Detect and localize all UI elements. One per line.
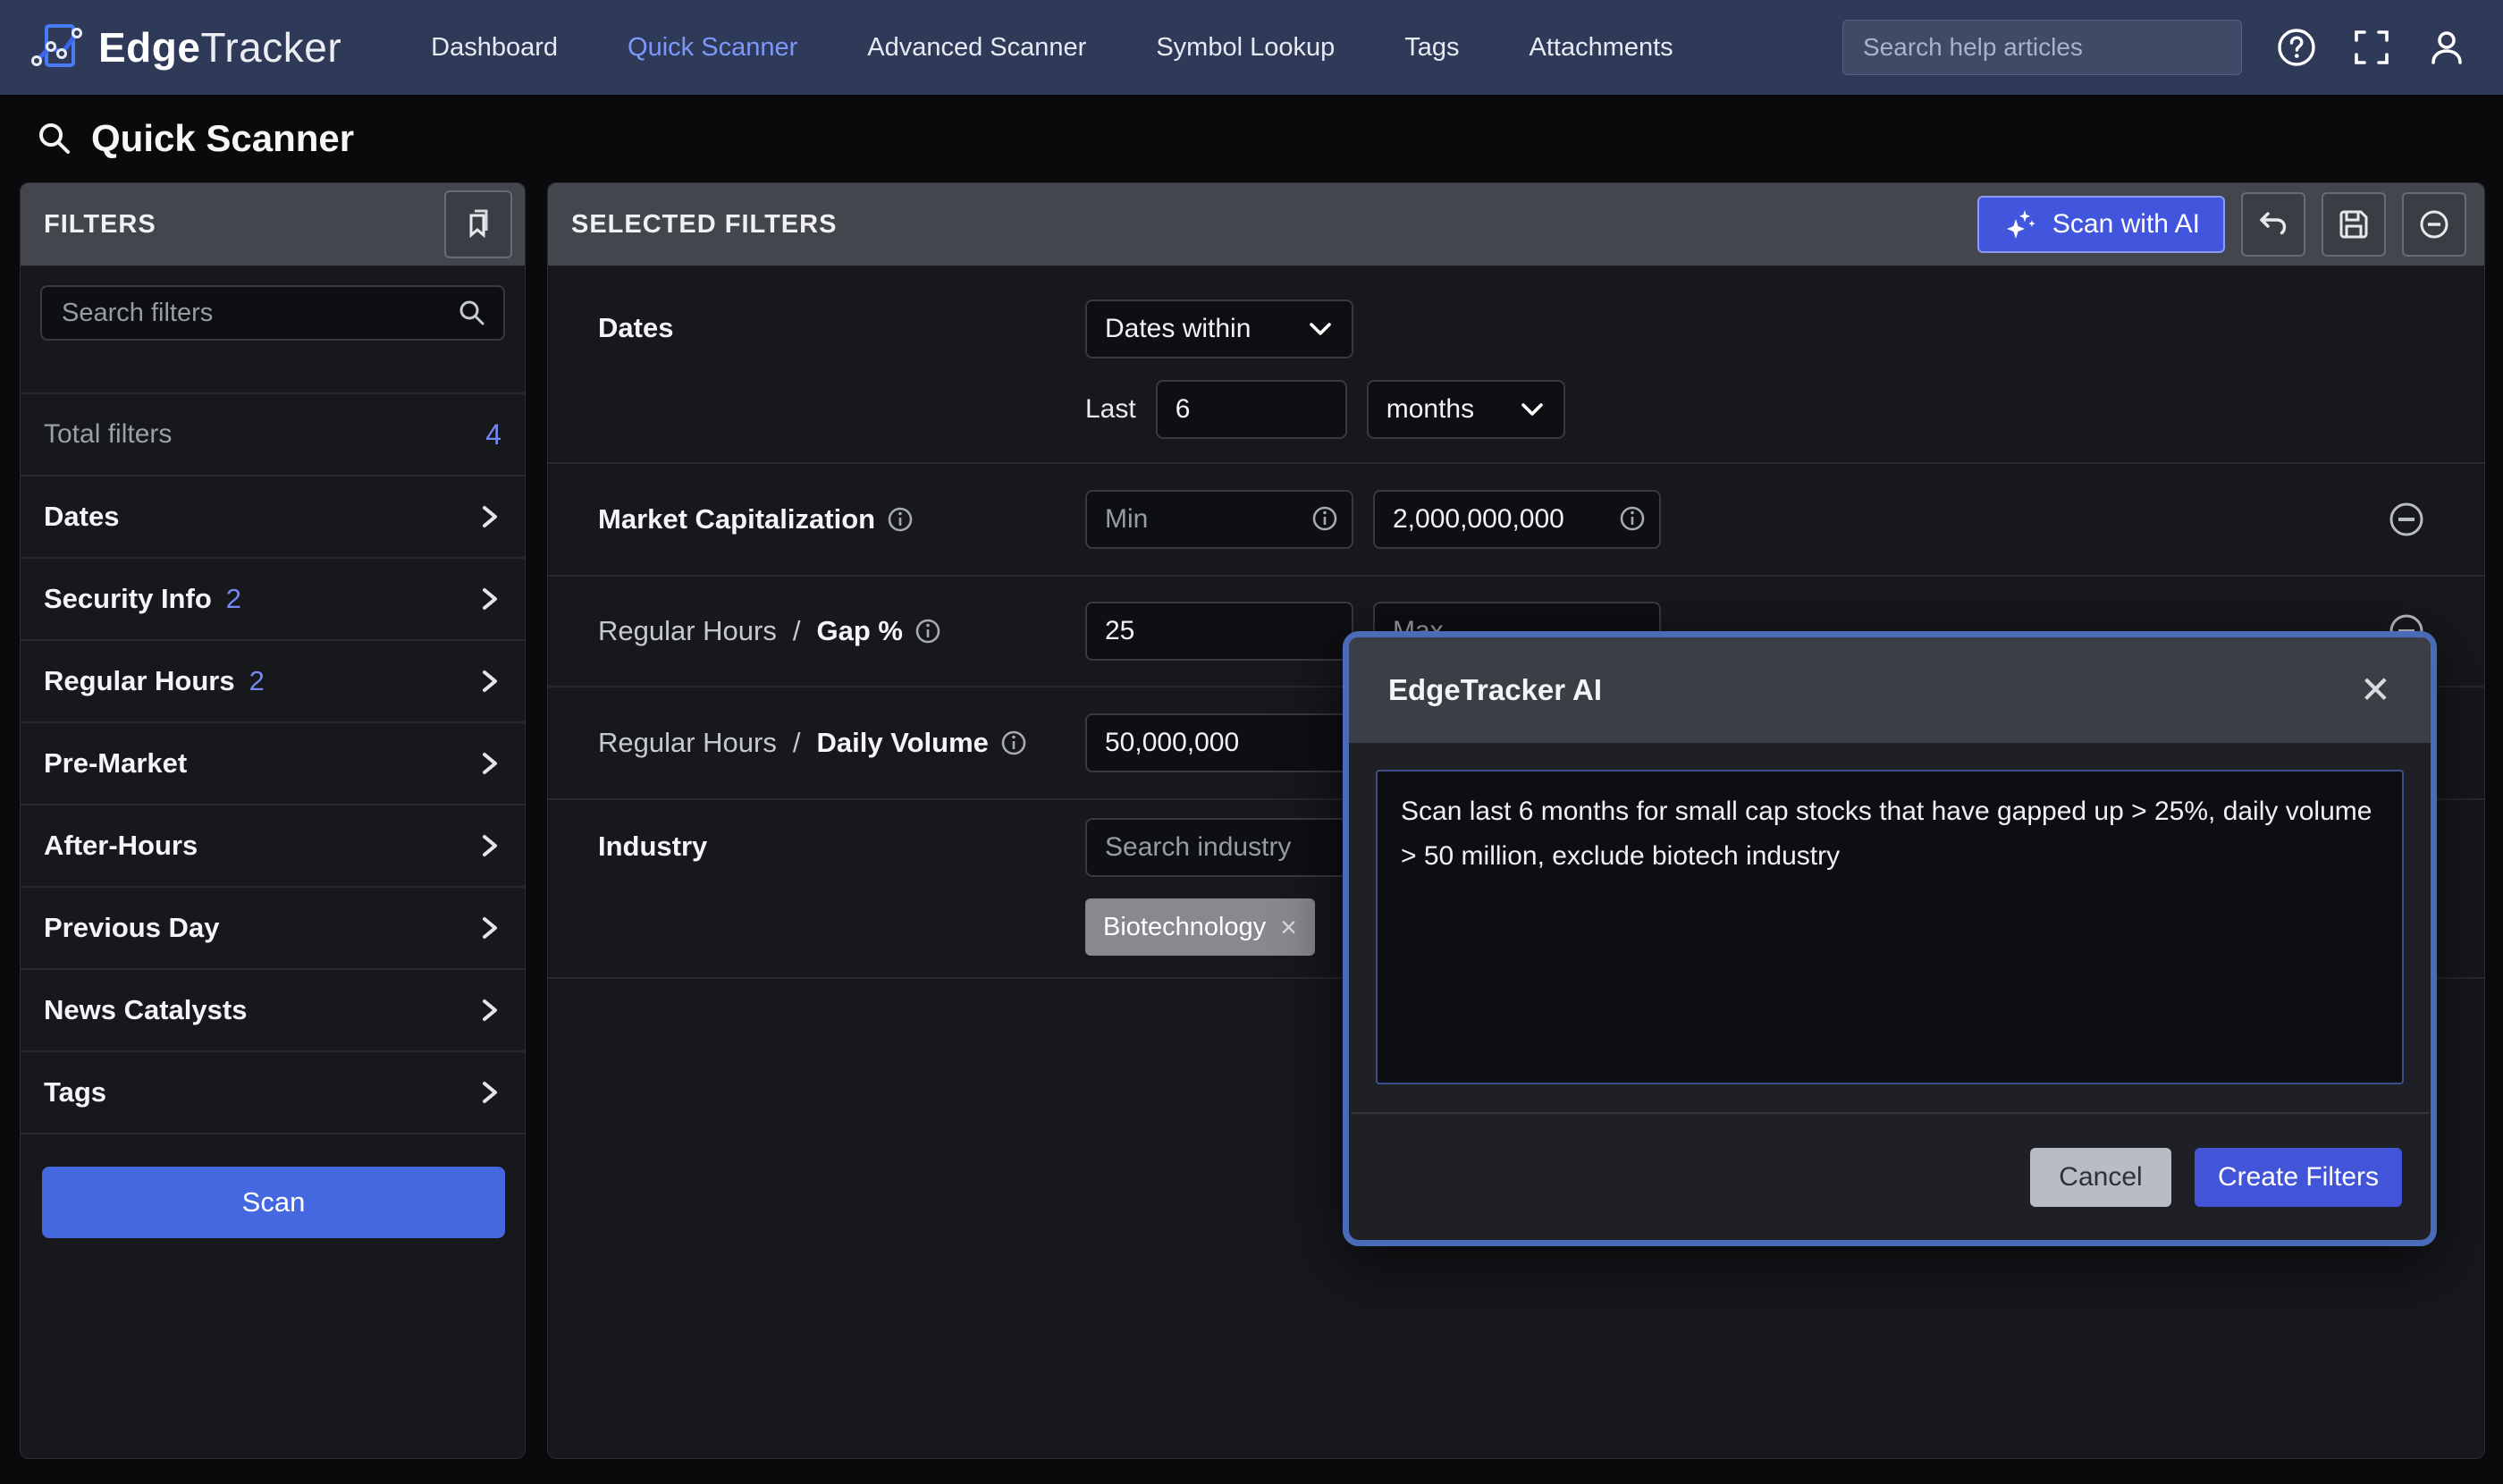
chevron-right-icon [478,749,501,778]
sidebar-item-tags[interactable]: Tags [21,1052,525,1134]
total-filters-count: 4 [485,418,501,451]
industry-search-input[interactable] [1085,818,1353,877]
industry-label: Industry [598,831,707,863]
header-actions: Scan with AI [1977,192,2466,257]
chevron-right-icon [478,914,501,942]
chevron-down-icon [1519,401,1546,418]
chevron-right-icon [478,585,501,613]
search-icon [457,298,487,328]
dates-row-label: Dates [598,312,673,344]
help-icon[interactable] [2276,27,2317,68]
chevron-right-icon [478,831,501,860]
remove-all-filters-button[interactable] [2402,192,2466,257]
brand-chart-icon [30,20,86,75]
filter-count-badge: 2 [249,665,265,697]
daily-volume-min-input[interactable] [1085,713,1353,772]
search-title-icon [36,120,73,157]
nav-item-attachments[interactable]: Attachments [1529,33,1673,63]
chevron-right-icon [478,1078,501,1107]
daily-volume-prefix: Regular Hours [598,727,777,759]
sidebar-search-section [21,266,525,394]
info-icon[interactable] [1618,504,1647,533]
nav-item-quick-scanner[interactable]: Quick Scanner [628,33,797,63]
user-icon[interactable] [2426,27,2467,68]
chevron-down-icon [1307,320,1334,338]
nav-item-tags[interactable]: Tags [1404,33,1459,63]
nav-right-cluster [1842,20,2503,75]
filters-sidebar-header: FILTERS [21,183,525,266]
filter-row-dates: Dates Dates within Last months [548,266,2484,464]
selected-filters-title: SELECTED FILTERS [571,210,837,240]
total-filters-row: Total filters 4 [21,394,525,476]
filter-row-market-cap: Market Capitalization [548,464,2484,577]
scan-with-ai-button[interactable]: Scan with AI [1977,196,2225,253]
dates-range-type-select[interactable]: Dates within [1085,299,1353,358]
cancel-button[interactable]: Cancel [2030,1148,2171,1207]
sidebar-item-dates[interactable]: Dates [21,476,525,559]
sidebar-item-regular-hours[interactable]: Regular Hours 2 [21,641,525,723]
gap-label: Gap % [817,615,903,647]
filters-sidebar: FILTERS Total filters 4 Dates Security I… [20,182,526,1459]
chevron-right-icon [478,667,501,696]
bookmark-button[interactable] [444,190,512,258]
nav-item-dashboard[interactable]: Dashboard [431,33,558,63]
selected-filters-header: SELECTED FILTERS Scan with AI [548,183,2484,266]
close-icon[interactable]: ✕ [2360,671,2391,709]
scan-with-ai-label: Scan with AI [2052,209,2200,240]
scan-button[interactable]: Scan [42,1167,505,1238]
daily-volume-label: Daily Volume [817,727,989,759]
sidebar-item-security-info[interactable]: Security Info 2 [21,559,525,641]
page-title-row: Quick Scanner [0,95,2503,182]
create-filters-button[interactable]: Create Filters [2195,1148,2402,1207]
ai-modal-header: EdgeTracker AI ✕ [1349,637,2431,743]
info-icon[interactable] [886,505,914,534]
sparkles-icon [2002,207,2038,242]
fullscreen-icon[interactable] [2351,27,2392,68]
filters-header-title: FILTERS [44,210,156,240]
help-search-input[interactable] [1842,20,2242,75]
market-cap-label: Market Capitalization [598,503,875,535]
dates-last-value-input[interactable] [1156,380,1347,439]
info-icon[interactable] [1310,504,1339,533]
filter-search-input[interactable] [40,285,505,341]
chip-remove-icon[interactable]: × [1280,911,1297,944]
filter-count-badge: 2 [226,583,241,615]
undo-button[interactable] [2241,192,2305,257]
ai-prompt-textarea[interactable]: Scan last 6 months for small cap stocks … [1376,770,2404,1084]
top-navbar: EdgeTracker Dashboard Quick Scanner Adva… [0,0,2503,95]
edgetracker-ai-modal: EdgeTracker AI ✕ Scan last 6 months for … [1343,631,2437,1246]
sidebar-item-news-catalysts[interactable]: News Catalysts [21,970,525,1052]
ai-modal-body: Scan last 6 months for small cap stocks … [1349,743,2431,1112]
save-button[interactable] [2322,192,2386,257]
chevron-right-icon [478,996,501,1024]
nav-links: Dashboard Quick Scanner Advanced Scanner… [431,33,1673,63]
gap-min-input[interactable] [1085,602,1353,661]
page-title: Quick Scanner [91,117,354,160]
gap-prefix: Regular Hours [598,615,777,647]
sidebar-item-pre-market[interactable]: Pre-Market [21,723,525,805]
remove-filter-button[interactable] [2386,499,2427,540]
ai-modal-footer: Cancel Create Filters [1351,1112,2429,1240]
last-label: Last [1085,394,1136,425]
brand-name: EdgeTracker [98,23,341,72]
sidebar-item-previous-day[interactable]: Previous Day [21,888,525,970]
industry-chip-biotechnology: Biotechnology × [1085,898,1315,956]
nav-item-advanced-scanner[interactable]: Advanced Scanner [867,33,1086,63]
info-icon[interactable] [999,729,1028,757]
total-filters-label: Total filters [44,419,172,450]
dates-unit-select[interactable]: months [1367,380,1565,439]
ai-modal-title: EdgeTracker AI [1388,673,1602,707]
nav-item-symbol-lookup[interactable]: Symbol Lookup [1156,33,1335,63]
sidebar-item-after-hours[interactable]: After-Hours [21,805,525,888]
brand-logo[interactable]: EdgeTracker [0,20,341,75]
chevron-right-icon [478,502,501,531]
info-icon[interactable] [914,617,942,645]
